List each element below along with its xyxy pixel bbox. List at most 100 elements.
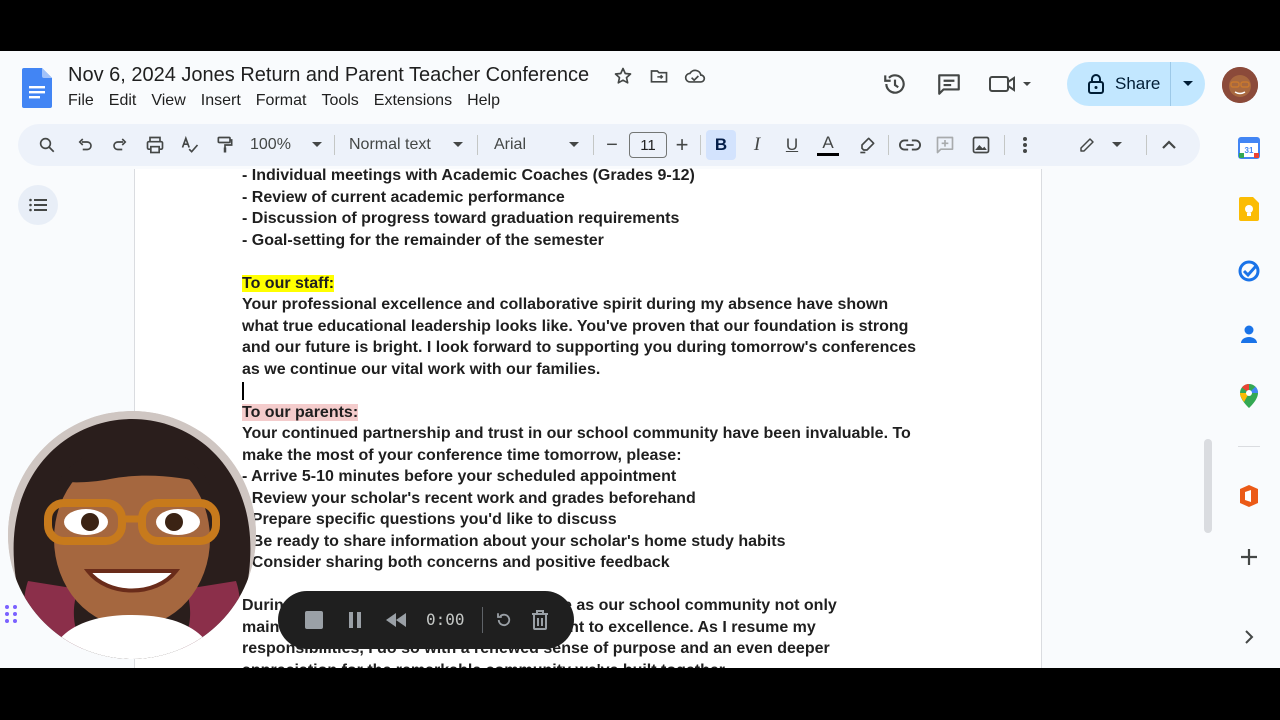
zoom-value: 100% [250, 136, 291, 153]
toolbar-divider [700, 135, 701, 155]
search-icon [39, 137, 55, 153]
body-line: what true educational leadership looks l… [242, 317, 909, 335]
body-line: - Discussion of progress toward graduati… [242, 210, 680, 227]
parents-heading-line: To our parents: [242, 402, 942, 424]
body-line: - Consider sharing both concerns and pos… [242, 554, 670, 571]
text-color-label: A [822, 132, 834, 152]
account-avatar[interactable] [1222, 67, 1258, 103]
stop-recording-button[interactable] [296, 591, 332, 649]
meet-icon[interactable] [986, 67, 1036, 101]
tasks-icon[interactable] [1236, 258, 1262, 284]
outline-icon [29, 198, 47, 212]
menu-edit[interactable]: Edit [109, 92, 144, 110]
zoom-select[interactable]: 100% [250, 124, 322, 166]
insert-image-button[interactable] [967, 124, 995, 166]
docs-logo-icon[interactable] [22, 68, 52, 108]
comment-icon[interactable] [932, 67, 966, 101]
body-line: and our future is bright. I look forward… [242, 339, 917, 356]
share-label: Share [1115, 74, 1161, 93]
menu-file[interactable]: File [68, 92, 101, 110]
font-value: Arial [494, 136, 527, 153]
drag-handle-icon [5, 605, 17, 623]
highlight-color-button[interactable] [854, 124, 880, 166]
pause-icon [349, 612, 361, 628]
document-outline-button[interactable] [18, 185, 58, 225]
decrease-font-size-button[interactable]: − [602, 124, 622, 166]
star-icon[interactable] [612, 65, 634, 87]
share-dropdown-button[interactable] [1171, 80, 1205, 88]
rewind-button[interactable] [380, 591, 412, 649]
hide-menus-button[interactable] [1156, 124, 1182, 166]
body-line: - Be ready to share information about yo… [242, 532, 786, 550]
body-line: - Arrive 5-10 minutes before your schedu… [242, 468, 677, 485]
underline-button[interactable]: U [780, 124, 804, 166]
cursor-line [242, 380, 942, 402]
toolbar-divider [1146, 135, 1147, 155]
paragraph-style-value: Normal text [349, 136, 431, 153]
add-comment-button[interactable] [931, 124, 959, 166]
undo-button[interactable] [72, 124, 98, 166]
search-menus-button[interactable] [34, 124, 60, 166]
font-select[interactable]: Arial [494, 124, 579, 166]
recording-timer: 0:00 [426, 610, 465, 629]
contacts-icon[interactable] [1236, 321, 1262, 347]
add-icon[interactable] [1236, 544, 1262, 570]
body-line: as we continue our vital work with our f… [242, 360, 601, 378]
toolbar-divider [888, 135, 889, 155]
docs-window: Nov 6, 2024 Jones Return and Parent Teac… [0, 51, 1280, 668]
italic-button[interactable]: I [745, 124, 769, 166]
redo-button[interactable] [107, 124, 133, 166]
body-line: Your professional excellence and collabo… [242, 296, 889, 313]
chevron-down-icon [1112, 142, 1122, 147]
keep-icon[interactable] [1236, 196, 1262, 222]
menu-extensions[interactable]: Extensions [374, 92, 459, 110]
menu-format[interactable]: Format [256, 92, 314, 110]
link-icon [899, 139, 921, 151]
collapse-icon [1162, 140, 1176, 149]
document-scrollbar[interactable] [1204, 439, 1212, 533]
body-line: make the most of your conference time to… [242, 446, 682, 464]
share-button-group: Share [1067, 62, 1205, 106]
menu-tools[interactable]: Tools [321, 92, 365, 110]
document-title[interactable]: Nov 6, 2024 Jones Return and Parent Teac… [68, 64, 589, 87]
office-icon[interactable] [1236, 483, 1262, 509]
toolbar-divider [1004, 135, 1005, 155]
history-icon[interactable] [878, 67, 912, 101]
staff-heading-line: To our staff: [242, 273, 942, 295]
increase-font-size-button[interactable]: + [672, 124, 692, 166]
cloud-status-icon[interactable] [684, 65, 706, 87]
move-folder-icon[interactable] [648, 65, 670, 87]
delete-recording-button[interactable] [526, 591, 554, 649]
toolbar-divider [334, 135, 335, 155]
paragraph-style-select[interactable]: Normal text [349, 124, 463, 166]
chevron-down-icon [312, 142, 322, 147]
print-button[interactable] [142, 124, 168, 166]
bold-button[interactable]: B [706, 130, 736, 160]
formatting-toolbar: 100% Normal text Arial − 11 + B I U A [18, 124, 1200, 166]
parents-heading: To our parents: [242, 403, 359, 421]
paint-format-button[interactable] [212, 124, 238, 166]
body-line: Your continued partnership and trust in … [242, 425, 911, 442]
webcam-bubble[interactable] [8, 411, 256, 659]
menu-view[interactable]: View [151, 92, 192, 110]
menu-insert[interactable]: Insert [201, 92, 248, 110]
editing-mode-select[interactable] [1078, 124, 1122, 166]
letterbox-bottom [0, 668, 1280, 720]
expand-panel-icon[interactable] [1236, 624, 1262, 650]
more-options-button[interactable] [1012, 124, 1038, 166]
svg-text:31: 31 [1245, 146, 1254, 155]
maps-icon[interactable] [1236, 383, 1262, 409]
calendar-icon[interactable]: 31 [1236, 135, 1262, 161]
restart-recording-button[interactable] [490, 591, 518, 649]
lock-icon [1088, 74, 1104, 94]
share-button[interactable]: Share [1067, 62, 1171, 106]
menu-help[interactable]: Help [467, 92, 507, 110]
text-color-button[interactable]: A [815, 124, 841, 166]
pause-recording-button[interactable] [340, 591, 370, 649]
spellcheck-button[interactable] [177, 124, 203, 166]
drag-handle[interactable] [4, 604, 20, 629]
font-size-input[interactable]: 11 [629, 132, 667, 158]
document-page[interactable]: - Individual meetings with Academic Coac… [134, 167, 1042, 668]
insert-link-button[interactable] [896, 124, 924, 166]
